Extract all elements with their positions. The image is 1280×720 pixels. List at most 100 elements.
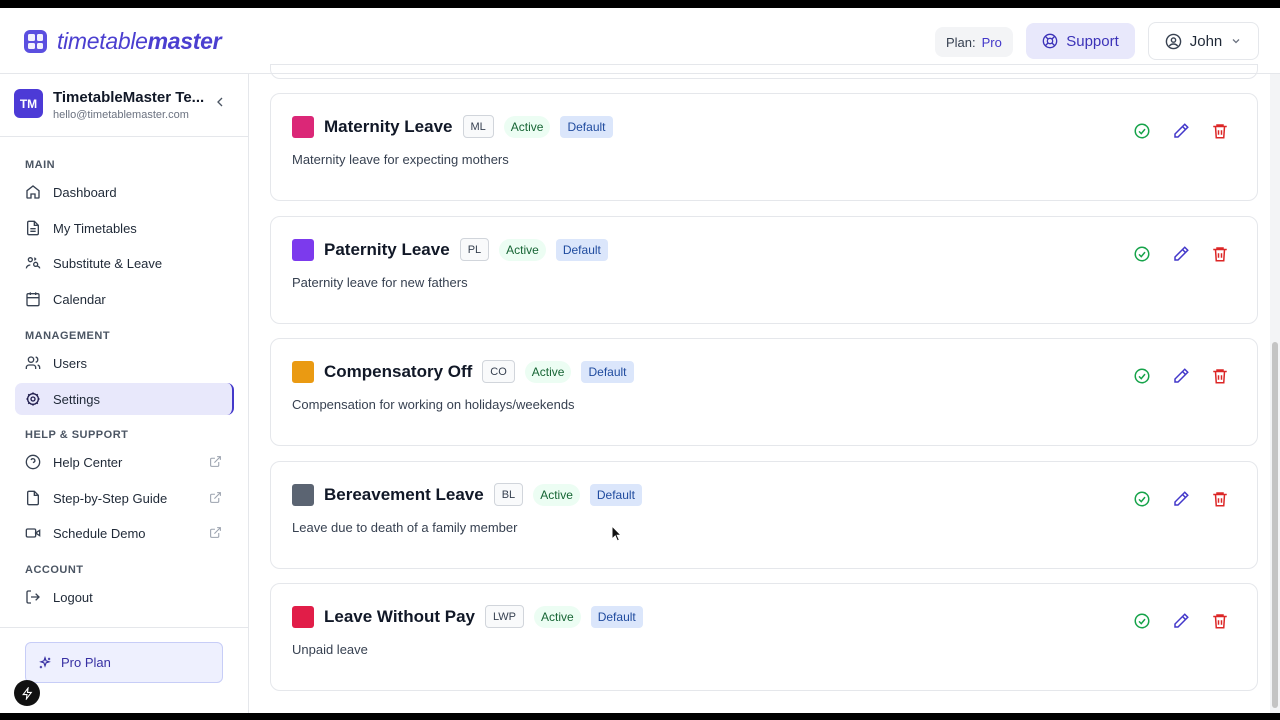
scrollbar[interactable] [1270, 74, 1280, 713]
app-logo[interactable]: timetablemaster [24, 28, 222, 55]
status-badge: Active [534, 605, 581, 628]
leave-type-card: Bereavement Leave BL Active Default Leav… [270, 461, 1258, 569]
user-menu-button[interactable]: John [1148, 22, 1259, 60]
leave-type-name: Compensatory Off [324, 361, 473, 381]
plan-value: Pro [981, 34, 1002, 50]
support-button[interactable]: Support [1026, 23, 1135, 59]
card-actions [1133, 122, 1229, 140]
sidebar-item-my-timetables[interactable]: My Timetables [15, 212, 234, 244]
edit-pencil-icon[interactable] [1172, 122, 1190, 140]
sidebar-item-schedule-demo[interactable]: Schedule Demo [15, 517, 234, 549]
section-label-account: ACCOUNT [25, 564, 84, 576]
leave-title-row: Bereavement Leave BL Active Default [324, 483, 642, 506]
users-icon [25, 356, 41, 369]
app-name: timetablemaster [57, 28, 222, 54]
leave-code-badge: PL [459, 238, 490, 261]
edit-pencil-icon[interactable] [1172, 245, 1190, 263]
status-badge: Active [524, 360, 572, 383]
leave-type-name: Paternity Leave [324, 239, 450, 259]
sidebar-item-label: My Timetables [53, 220, 137, 236]
leave-title-row: Maternity Leave ML Active Default [324, 115, 613, 138]
sidebar: TM TimetableMaster Te... hello@timetable… [0, 74, 249, 713]
bolt-icon[interactable] [14, 680, 40, 706]
lifebuoy-icon [1042, 33, 1058, 49]
plan-label: Plan: [946, 34, 976, 50]
leave-title-row: Leave Without Pay LWP Active Default [324, 605, 643, 628]
sidebar-item-settings[interactable]: Settings [15, 383, 234, 415]
user-name: John [1189, 32, 1223, 50]
leave-description: Compensation for working on holidays/wee… [292, 397, 575, 412]
default-badge: Default [581, 360, 634, 383]
sidebar-item-label: Help Center [53, 454, 123, 470]
leave-code-badge: BL [493, 483, 524, 506]
sparkles-icon [39, 655, 51, 668]
gear-icon [26, 392, 40, 406]
trash-icon[interactable] [1211, 612, 1229, 630]
default-badge: Default [590, 605, 643, 628]
check-circle-icon[interactable] [1133, 245, 1151, 263]
trash-icon[interactable] [1211, 490, 1229, 508]
sidebar-item-calendar[interactable]: Calendar [15, 283, 234, 315]
section-label-main: MAIN [25, 159, 56, 171]
card-actions [1133, 490, 1229, 508]
sidebar-item-label: Step-by-Step Guide [53, 490, 168, 506]
sidebar-item-label: Schedule Demo [53, 525, 146, 541]
calendar-icon [26, 292, 40, 307]
leave-color-swatch [292, 484, 314, 506]
leave-code-badge: LWP [485, 605, 525, 628]
status-badge: Active [499, 238, 546, 261]
leave-type-card: Maternity Leave ML Active Default Matern… [270, 93, 1258, 201]
chevron-down-icon [1232, 39, 1240, 44]
home-icon [26, 185, 40, 199]
external-link-icon [210, 527, 221, 538]
sidebar-item-users[interactable]: Users [15, 347, 234, 379]
leave-color-swatch [292, 361, 314, 383]
pro-plan-button[interactable]: Pro Plan [25, 642, 223, 683]
chevron-left-icon[interactable] [212, 94, 228, 110]
leave-type-card-partial [270, 64, 1258, 79]
plan-indicator: Plan: Pro [935, 27, 1013, 57]
edit-pencil-icon[interactable] [1172, 367, 1190, 385]
users-swap-icon [25, 257, 41, 269]
check-circle-icon[interactable] [1133, 367, 1151, 385]
trash-icon[interactable] [1211, 367, 1229, 385]
leave-title-row: Compensatory Off CO Active Default [324, 360, 634, 383]
leave-description: Leave due to death of a family member [292, 520, 518, 535]
sidebar-item-help-center[interactable]: Help Center [15, 446, 234, 478]
sidebar-item-label: Calendar [53, 291, 106, 307]
sidebar-item-label: Substitute & Leave [53, 255, 163, 271]
sidebar-item-guide[interactable]: Step-by-Step Guide [15, 482, 234, 514]
external-link-icon [210, 492, 221, 503]
sidebar-item-dashboard[interactable]: Dashboard [15, 176, 234, 208]
mouse-cursor-icon [611, 525, 623, 542]
section-label-help: HELP & SUPPORT [25, 429, 129, 441]
divider [0, 136, 248, 137]
sidebar-item-substitute-leave[interactable]: Substitute & Leave [15, 247, 234, 279]
leave-type-name: Leave Without Pay [324, 606, 475, 626]
leave-title-row: Paternity Leave PL Active Default [324, 238, 608, 261]
trash-icon[interactable] [1211, 245, 1229, 263]
sidebar-item-label: Logout [53, 589, 93, 605]
file-text-icon [27, 220, 39, 236]
leave-type-card: Leave Without Pay LWP Active Default Unp… [270, 583, 1258, 691]
leave-type-card: Paternity Leave PL Active Default Patern… [270, 216, 1258, 324]
status-badge: Active [533, 483, 580, 506]
check-circle-icon[interactable] [1133, 122, 1151, 140]
sidebar-item-logout[interactable]: Logout [15, 581, 234, 613]
video-icon [25, 528, 41, 538]
leave-description: Paternity leave for new fathers [292, 275, 468, 290]
edit-pencil-icon[interactable] [1172, 490, 1190, 508]
default-badge: Default [555, 238, 608, 261]
file-icon [27, 490, 39, 506]
leave-code-badge: CO [482, 360, 515, 383]
card-actions [1133, 612, 1229, 630]
sidebar-item-label: Users [53, 355, 87, 371]
leave-type-name: Maternity Leave [324, 116, 453, 136]
trash-icon[interactable] [1211, 122, 1229, 140]
team-name: TimetableMaster Te... [53, 89, 205, 106]
edit-pencil-icon[interactable] [1172, 612, 1190, 630]
check-circle-icon[interactable] [1133, 490, 1151, 508]
scrollbar-thumb[interactable] [1272, 342, 1278, 708]
check-circle-icon[interactable] [1133, 612, 1151, 630]
team-switcher[interactable]: TM TimetableMaster Te... hello@timetable… [14, 89, 234, 121]
